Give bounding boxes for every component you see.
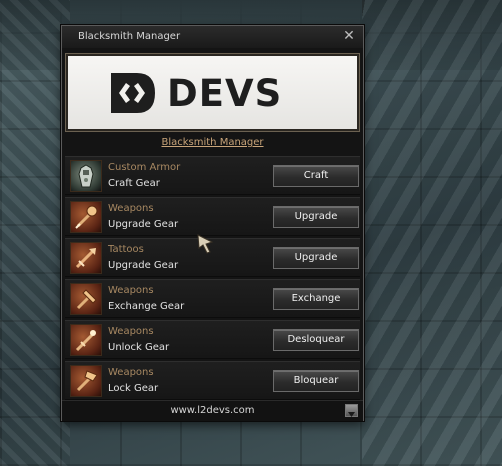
weapon-icon — [70, 324, 102, 356]
item-action: Exchange Gear — [108, 301, 185, 312]
item-category: Custom Armor — [108, 162, 181, 173]
background-floor-left — [0, 0, 70, 466]
item-action: Lock Gear — [108, 383, 159, 394]
weapon-icon — [70, 283, 102, 315]
list-item-weapons-upgrade: Weapons Upgrade Gear Upgrade — [65, 197, 360, 236]
item-category: Weapons — [108, 367, 154, 378]
craft-button[interactable]: Craft — [273, 165, 359, 187]
devs-logo-mark-icon — [111, 73, 155, 113]
item-action: Upgrade Gear — [108, 260, 179, 271]
action-list: Custom Armor Craft Gear Craft Weapons Up… — [65, 156, 360, 400]
item-category: Weapons — [108, 203, 154, 214]
exchange-button[interactable]: Exchange — [273, 288, 359, 310]
window-titlebar[interactable]: Blacksmith Manager ✕ — [62, 26, 363, 48]
window-footer: www.l2devs.com — [62, 400, 363, 421]
devs-logo: DEVS — [109, 71, 324, 115]
list-item-weapons-unlock: Weapons Unlock Gear Desloquear — [65, 320, 360, 359]
list-item-weapons-exchange: Weapons Exchange Gear Exchange — [65, 279, 360, 318]
upgrade-button[interactable]: Upgrade — [273, 206, 359, 228]
logo-banner: DEVS — [65, 53, 360, 132]
background-floor-right — [362, 0, 502, 466]
upgrade-tattoo-button[interactable]: Upgrade — [273, 247, 359, 269]
unlock-button[interactable]: Desloquear — [273, 329, 359, 351]
weapon-icon — [70, 365, 102, 397]
scroll-down-icon[interactable] — [345, 404, 358, 417]
close-icon[interactable]: ✕ — [341, 28, 357, 44]
item-action: Upgrade Gear — [108, 219, 179, 230]
item-category: Weapons — [108, 326, 154, 337]
item-action: Craft Gear — [108, 178, 160, 189]
blacksmith-manager-window: Blacksmith Manager ✕ DEVS Blacksmith Man… — [61, 25, 364, 421]
armor-icon — [70, 160, 102, 192]
item-category: Tattoos — [108, 244, 144, 255]
tattoo-icon — [70, 242, 102, 274]
item-category: Weapons — [108, 285, 154, 296]
website-link[interactable]: www.l2devs.com — [62, 405, 363, 416]
list-item-custom-armor: Custom Armor Craft Gear Craft — [65, 156, 360, 195]
logo-text: DEVS — [167, 72, 283, 115]
weapon-icon — [70, 201, 102, 233]
lock-button[interactable]: Bloquear — [273, 370, 359, 392]
mouse-cursor-icon — [196, 233, 218, 259]
item-action: Unlock Gear — [108, 342, 170, 353]
list-item-weapons-lock: Weapons Lock Gear Bloquear — [65, 361, 360, 400]
window-title: Blacksmith Manager — [78, 31, 181, 42]
blacksmith-manager-link[interactable]: Blacksmith Manager — [62, 137, 363, 148]
